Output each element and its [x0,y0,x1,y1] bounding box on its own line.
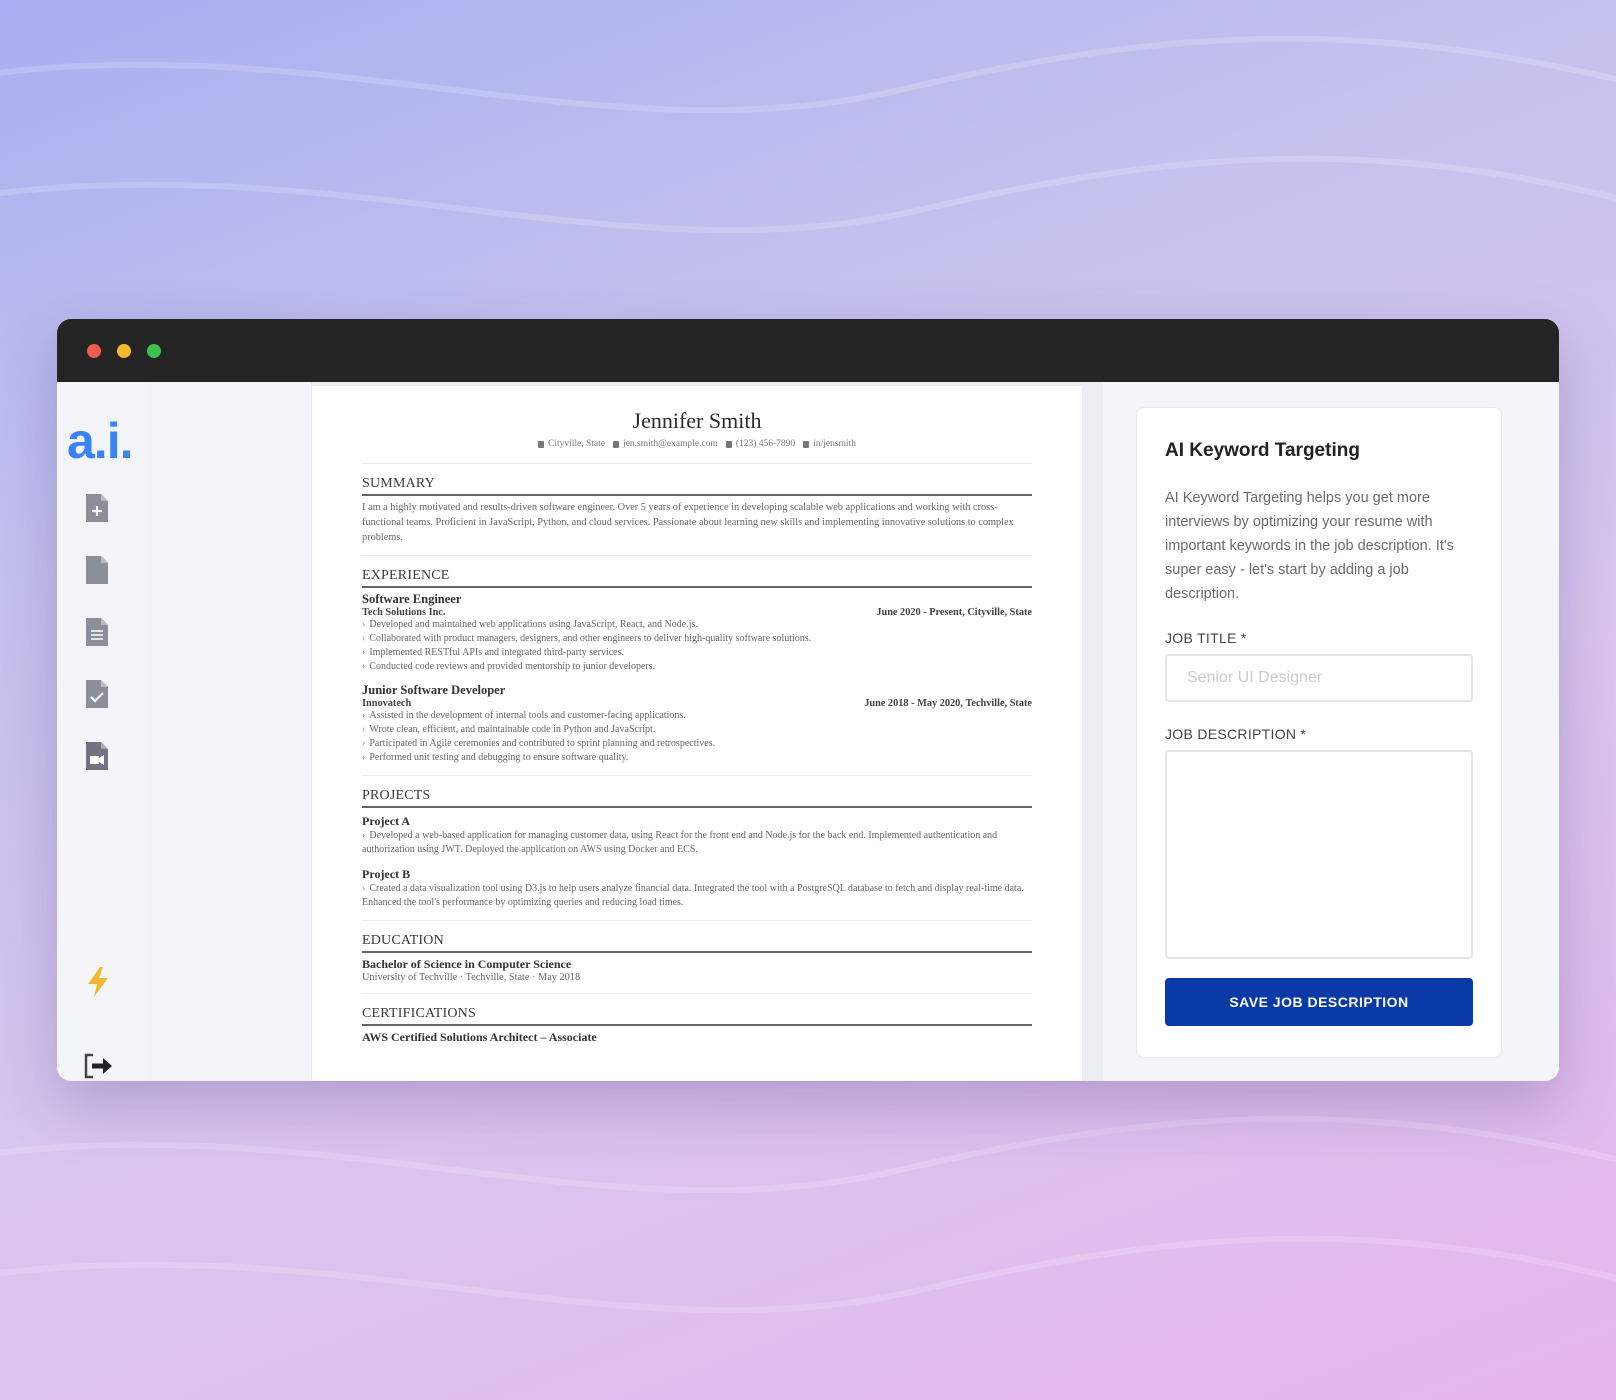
location-text: Cityville, State [548,439,606,449]
graduation-date: May 2018 [538,972,581,983]
new-resume-file-plus-icon[interactable] [84,492,110,524]
divider [362,775,1032,776]
right-panel-area: AI Keyword Targeting AI Keyword Targetin… [1103,382,1559,1081]
app-body: a.i. Jennifer Smith Cityville, State jen… [57,382,1559,1081]
project-bullets: Created a data visualization tool using … [362,882,1032,910]
job-title-label: JOB TITLE * [1165,630,1247,646]
bullet-item: Conducted code reviews and provided ment… [362,660,1032,674]
certifications-section: CERTIFICATIONS AWS Certified Solutions A… [362,1006,1032,1045]
job-dates-location: June 2018 - May 2020, Techville, State [864,698,1032,709]
contact-linkedin[interactable]: in/jensmith [803,439,856,449]
job-description-textarea[interactable] [1165,750,1473,959]
bullet-item: Assisted in the development of internal … [362,709,1032,723]
logout-icon[interactable] [83,1052,115,1080]
divider [362,463,1032,464]
phone-icon [725,440,732,448]
job-dates-location: June 2020 - Present, Cityville, State [876,607,1032,618]
project-name: Project B [362,867,411,881]
bullet-item: Wrote clean, efficient, and maintainable… [362,723,1032,737]
minimize-window-button[interactable] [117,344,131,358]
section-title: PROJECTS [362,788,1032,808]
job-dates: June 2020 - Present, [876,607,965,618]
browser-window: a.i. Jennifer Smith Cityville, State jen… [57,319,1559,1081]
project-bullets: Developed a web-based application for ma… [362,829,1032,857]
degree: Bachelor of Science in Computer Science [362,957,572,971]
resume-preview-area: Jennifer Smith Cityville, State jen.smit… [312,382,1103,1081]
contact-phone: (123) 456-7890 [725,439,796,449]
bullet-item: Performed unit testing and debugging to … [362,751,1032,765]
job-description-label: JOB DESCRIPTION * [1165,726,1307,742]
section-title: EDUCATION [362,933,1032,953]
maximize-window-button[interactable] [147,344,161,358]
file-text-icon[interactable] [84,616,110,648]
divider [362,993,1032,994]
job-meta: Tech Solutions Inc. June 2020 - Present,… [362,607,1032,618]
linkedin-icon [803,440,810,448]
email-icon [613,440,620,448]
school: University of Techville [362,972,458,983]
bullet-item: Developed and maintained web application… [362,618,1032,632]
project-name: Project A [362,814,411,828]
job-location: Cityville, State [967,607,1032,618]
job-title-input[interactable] [1165,654,1473,702]
projects-section: PROJECTS Project A Developed a web-based… [362,788,1032,921]
bolt-icon[interactable] [84,966,112,998]
education-section: EDUCATION Bachelor of Science in Compute… [362,933,1032,994]
section-title: EXPERIENCE [362,568,1032,588]
bullet-item: Participated in Agile ceremonies and con… [362,737,1032,751]
save-job-description-button[interactable]: SAVE JOB DESCRIPTION [1165,978,1473,1026]
job-role: Software Engineer [362,592,462,606]
job-company: Innovatech [362,698,412,709]
resume-name: Jennifer Smith [632,408,762,433]
section-title: CERTIFICATIONS [362,1006,1032,1026]
panel-title: AI Keyword Targeting [1165,440,1360,461]
resume-contact: Cityville, State jen.smith@example.com (… [362,439,1032,449]
sidebar: a.i. [57,382,145,1081]
app-logo[interactable]: a.i. [67,412,133,470]
job-dates: June 2018 - May 2020, [864,698,963,709]
job-role: Junior Software Developer [362,683,506,697]
job-company: Tech Solutions Inc. [362,607,446,618]
document-file-icon[interactable] [84,554,110,586]
bullet-item: Created a data visualization tool using … [362,882,1032,910]
contact-location: Cityville, State [538,439,605,449]
contact-email[interactable]: jen.smith@example.com [613,439,718,449]
job-bullets: Developed and maintained web application… [362,618,1032,674]
job-meta: Innovatech June 2018 - May 2020, Techvil… [362,698,1032,709]
divider [362,555,1032,556]
education-meta: University of Techville · Techville, Sta… [362,972,581,983]
file-video-icon[interactable] [84,740,110,772]
close-window-button[interactable] [87,344,101,358]
file-check-icon[interactable] [84,678,110,710]
panel-description: AI Keyword Targeting helps you get more … [1165,490,1454,602]
bullet-item: Implemented RESTful APIs and integrated … [362,646,1032,660]
school-location: Techville, State [465,972,530,983]
ai-keyword-panel: AI Keyword Targeting AI Keyword Targetin… [1136,407,1502,1058]
divider [362,920,1032,921]
bullet-item: Developed a web-based application for ma… [362,829,1032,857]
job-bullets: Assisted in the development of internal … [362,709,1032,765]
bullet-item: Collaborated with product managers, desi… [362,632,1032,646]
left-gutter [145,382,312,1081]
summary-section: SUMMARY I am a highly motivated and resu… [362,476,1032,556]
experience-section: EXPERIENCE Software Engineer Tech Soluti… [362,568,1032,776]
phone-text: (123) 456-7890 [735,439,796,449]
location-icon [538,440,545,448]
section-title: SUMMARY [362,476,1032,496]
certification-item: AWS Certified Solutions Architect – Asso… [362,1030,597,1044]
linkedin-text: in/jensmith [813,439,856,449]
summary-text: I am a highly motivated and results-driv… [362,502,1014,543]
resume-document: Jennifer Smith Cityville, State jen.smit… [312,386,1082,1081]
job-location: Techville, State [965,698,1032,709]
email-text: jen.smith@example.com [623,439,718,449]
window-titlebar [57,319,1559,382]
